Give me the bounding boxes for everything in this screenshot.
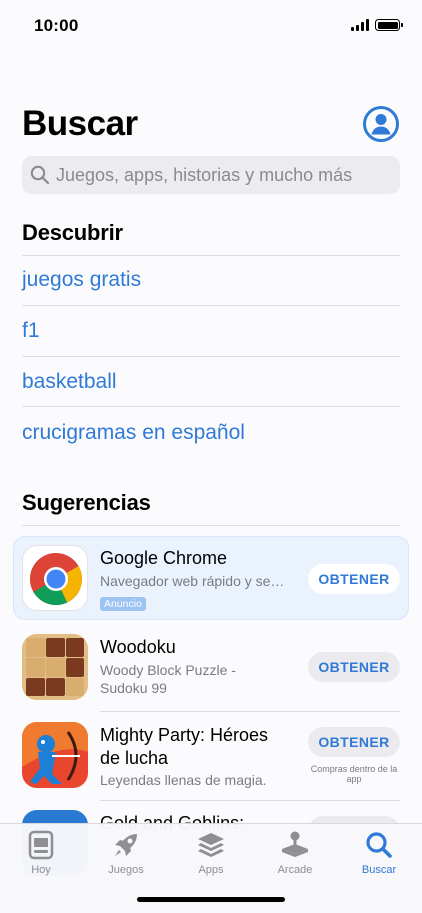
- account-icon: [363, 106, 399, 142]
- search-input[interactable]: [56, 164, 386, 186]
- search-field[interactable]: [22, 156, 400, 194]
- status-icons: [351, 19, 403, 31]
- get-button-woodoku[interactable]: OBTENER: [308, 652, 400, 682]
- app-subtitle: Leyendas llenas de magia.: [100, 772, 267, 788]
- app-name[interactable]: Google Chrome: [100, 547, 300, 569]
- discover-title: Descubrir: [22, 220, 123, 245]
- divider: [100, 711, 400, 712]
- mighty-party-icon[interactable]: [22, 722, 88, 788]
- tab-arcade[interactable]: Arcade: [260, 830, 330, 876]
- rocket-icon: [115, 834, 137, 856]
- app-name[interactable]: Woodoku: [100, 636, 300, 658]
- divider: [22, 406, 400, 407]
- tab-buscar[interactable]: Buscar: [344, 830, 414, 876]
- divider: [100, 800, 400, 801]
- ad-badge: Anuncio: [100, 597, 146, 611]
- app-subtitle: Woody Block Puzzle - Sudoku 99: [100, 662, 236, 696]
- account-button[interactable]: [362, 105, 400, 143]
- layers-icon: [198, 833, 224, 857]
- get-button-google-chrome[interactable]: OBTENER: [308, 564, 400, 594]
- app-subtitle: Navegador web rápido y se…: [100, 573, 285, 589]
- divider: [22, 525, 400, 526]
- get-button-mighty-party[interactable]: OBTENER: [308, 727, 400, 757]
- status-time: 10:00: [34, 16, 79, 35]
- tab-label: Apps: [198, 864, 224, 876]
- search-icon: [30, 165, 50, 185]
- tab-juegos[interactable]: Juegos: [91, 830, 161, 876]
- app-name[interactable]: Mighty Party: Héroes de lucha: [100, 724, 290, 770]
- divider: [22, 305, 400, 306]
- discover-item-f1[interactable]: f1: [22, 319, 40, 343]
- home-indicator: [137, 897, 285, 902]
- tab-label: Juegos: [108, 864, 144, 876]
- discover-item-crucigramas[interactable]: crucigramas en español: [22, 421, 245, 445]
- battery-icon: [375, 19, 403, 31]
- today-icon: [28, 830, 54, 860]
- tab-label: Buscar: [361, 864, 397, 876]
- discover-item-basketball[interactable]: basketball: [22, 370, 117, 394]
- search-icon: [366, 832, 392, 858]
- joystick-icon: [282, 831, 308, 857]
- tab-label: Arcade: [277, 864, 313, 876]
- woodoku-icon[interactable]: [22, 634, 88, 700]
- cellular-signal-icon: [351, 19, 369, 31]
- divider: [22, 356, 400, 357]
- discover-item-juegos-gratis[interactable]: juegos gratis: [22, 268, 141, 292]
- page-title: Buscar: [22, 104, 138, 143]
- in-app-purchases-note: Compras dentro de la app: [310, 764, 398, 784]
- suggestions-title: Sugerencias: [22, 490, 151, 515]
- chrome-icon[interactable]: [22, 545, 88, 611]
- tab-hoy[interactable]: Hoy: [6, 830, 76, 876]
- tab-label: Hoy: [31, 864, 51, 876]
- tab-apps[interactable]: Apps: [176, 830, 246, 876]
- divider: [22, 255, 400, 256]
- status-bar: 10:00: [0, 0, 422, 54]
